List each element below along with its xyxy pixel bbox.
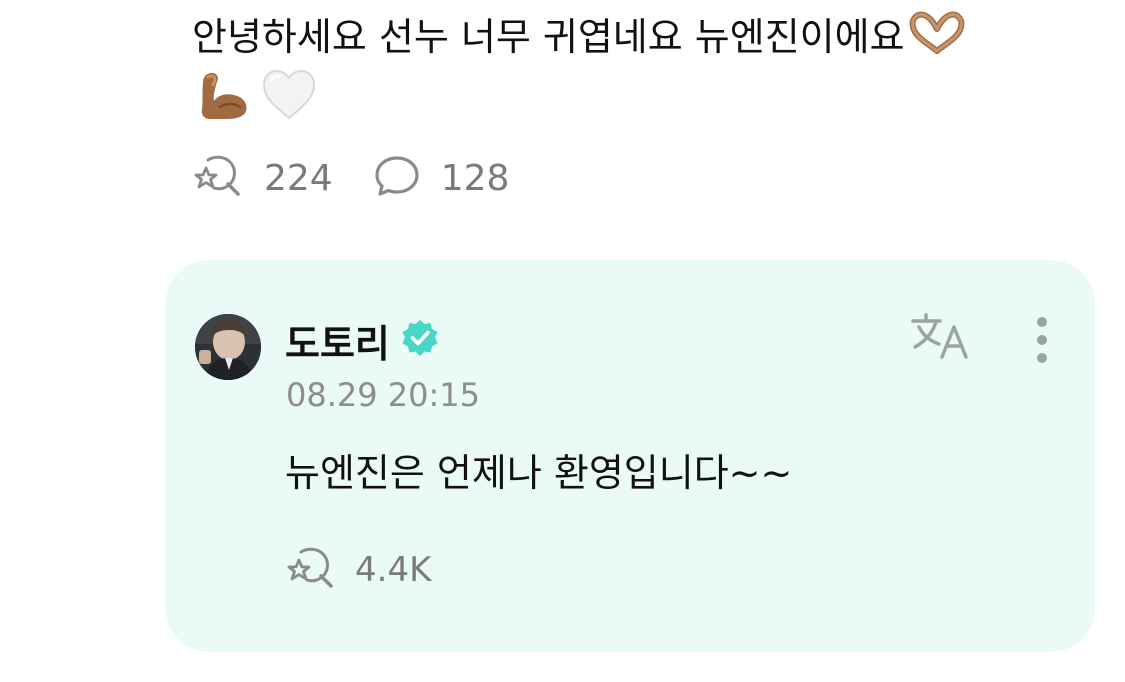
- post-text: 안녕하세요 선누 너무 귀엽네요 뉴엔진이에요: [192, 10, 1062, 69]
- reply-text: 뉴엔진은 언제나 환영입니다~~: [285, 451, 793, 495]
- author-row: 도토리: [285, 314, 440, 366]
- verified-badge-icon: [400, 318, 440, 362]
- more-dot: [1037, 317, 1047, 327]
- more-dot: [1037, 335, 1047, 345]
- reply-card: 도토리 08.29 20:15 뉴엔진은 언제나 환영입니다~~ 4.4K: [165, 260, 1095, 652]
- post-actions: 224 128: [194, 150, 549, 206]
- heart-hands-icon: [909, 11, 965, 69]
- reply-like-count: 4.4K: [355, 550, 432, 590]
- cheer-icon: [194, 154, 244, 202]
- translate-button[interactable]: [910, 310, 972, 366]
- more-dot: [1037, 353, 1047, 363]
- post-comment-button[interactable]: 128: [373, 154, 510, 202]
- post-comment-count: 128: [440, 157, 510, 199]
- avatar[interactable]: [195, 314, 261, 380]
- post-like-count: 224: [264, 157, 333, 199]
- post-like-button[interactable]: 224: [194, 154, 333, 202]
- comment-bubble-icon: [373, 154, 421, 202]
- white-heart-icon: [260, 68, 318, 122]
- cheer-icon: [287, 546, 337, 594]
- translate-icon: [910, 311, 972, 365]
- flexed-biceps-icon: [196, 67, 252, 123]
- reply-timestamp: 08.29 20:15: [286, 376, 480, 414]
- post-emoji-row: [196, 66, 318, 124]
- more-options-button[interactable]: [1027, 312, 1057, 368]
- reply-like-button[interactable]: 4.4K: [287, 544, 431, 596]
- post-text-content: 안녕하세요 선누 너무 귀엽네요 뉴엔진이에요: [192, 15, 905, 59]
- author-name[interactable]: 도토리: [285, 313, 390, 368]
